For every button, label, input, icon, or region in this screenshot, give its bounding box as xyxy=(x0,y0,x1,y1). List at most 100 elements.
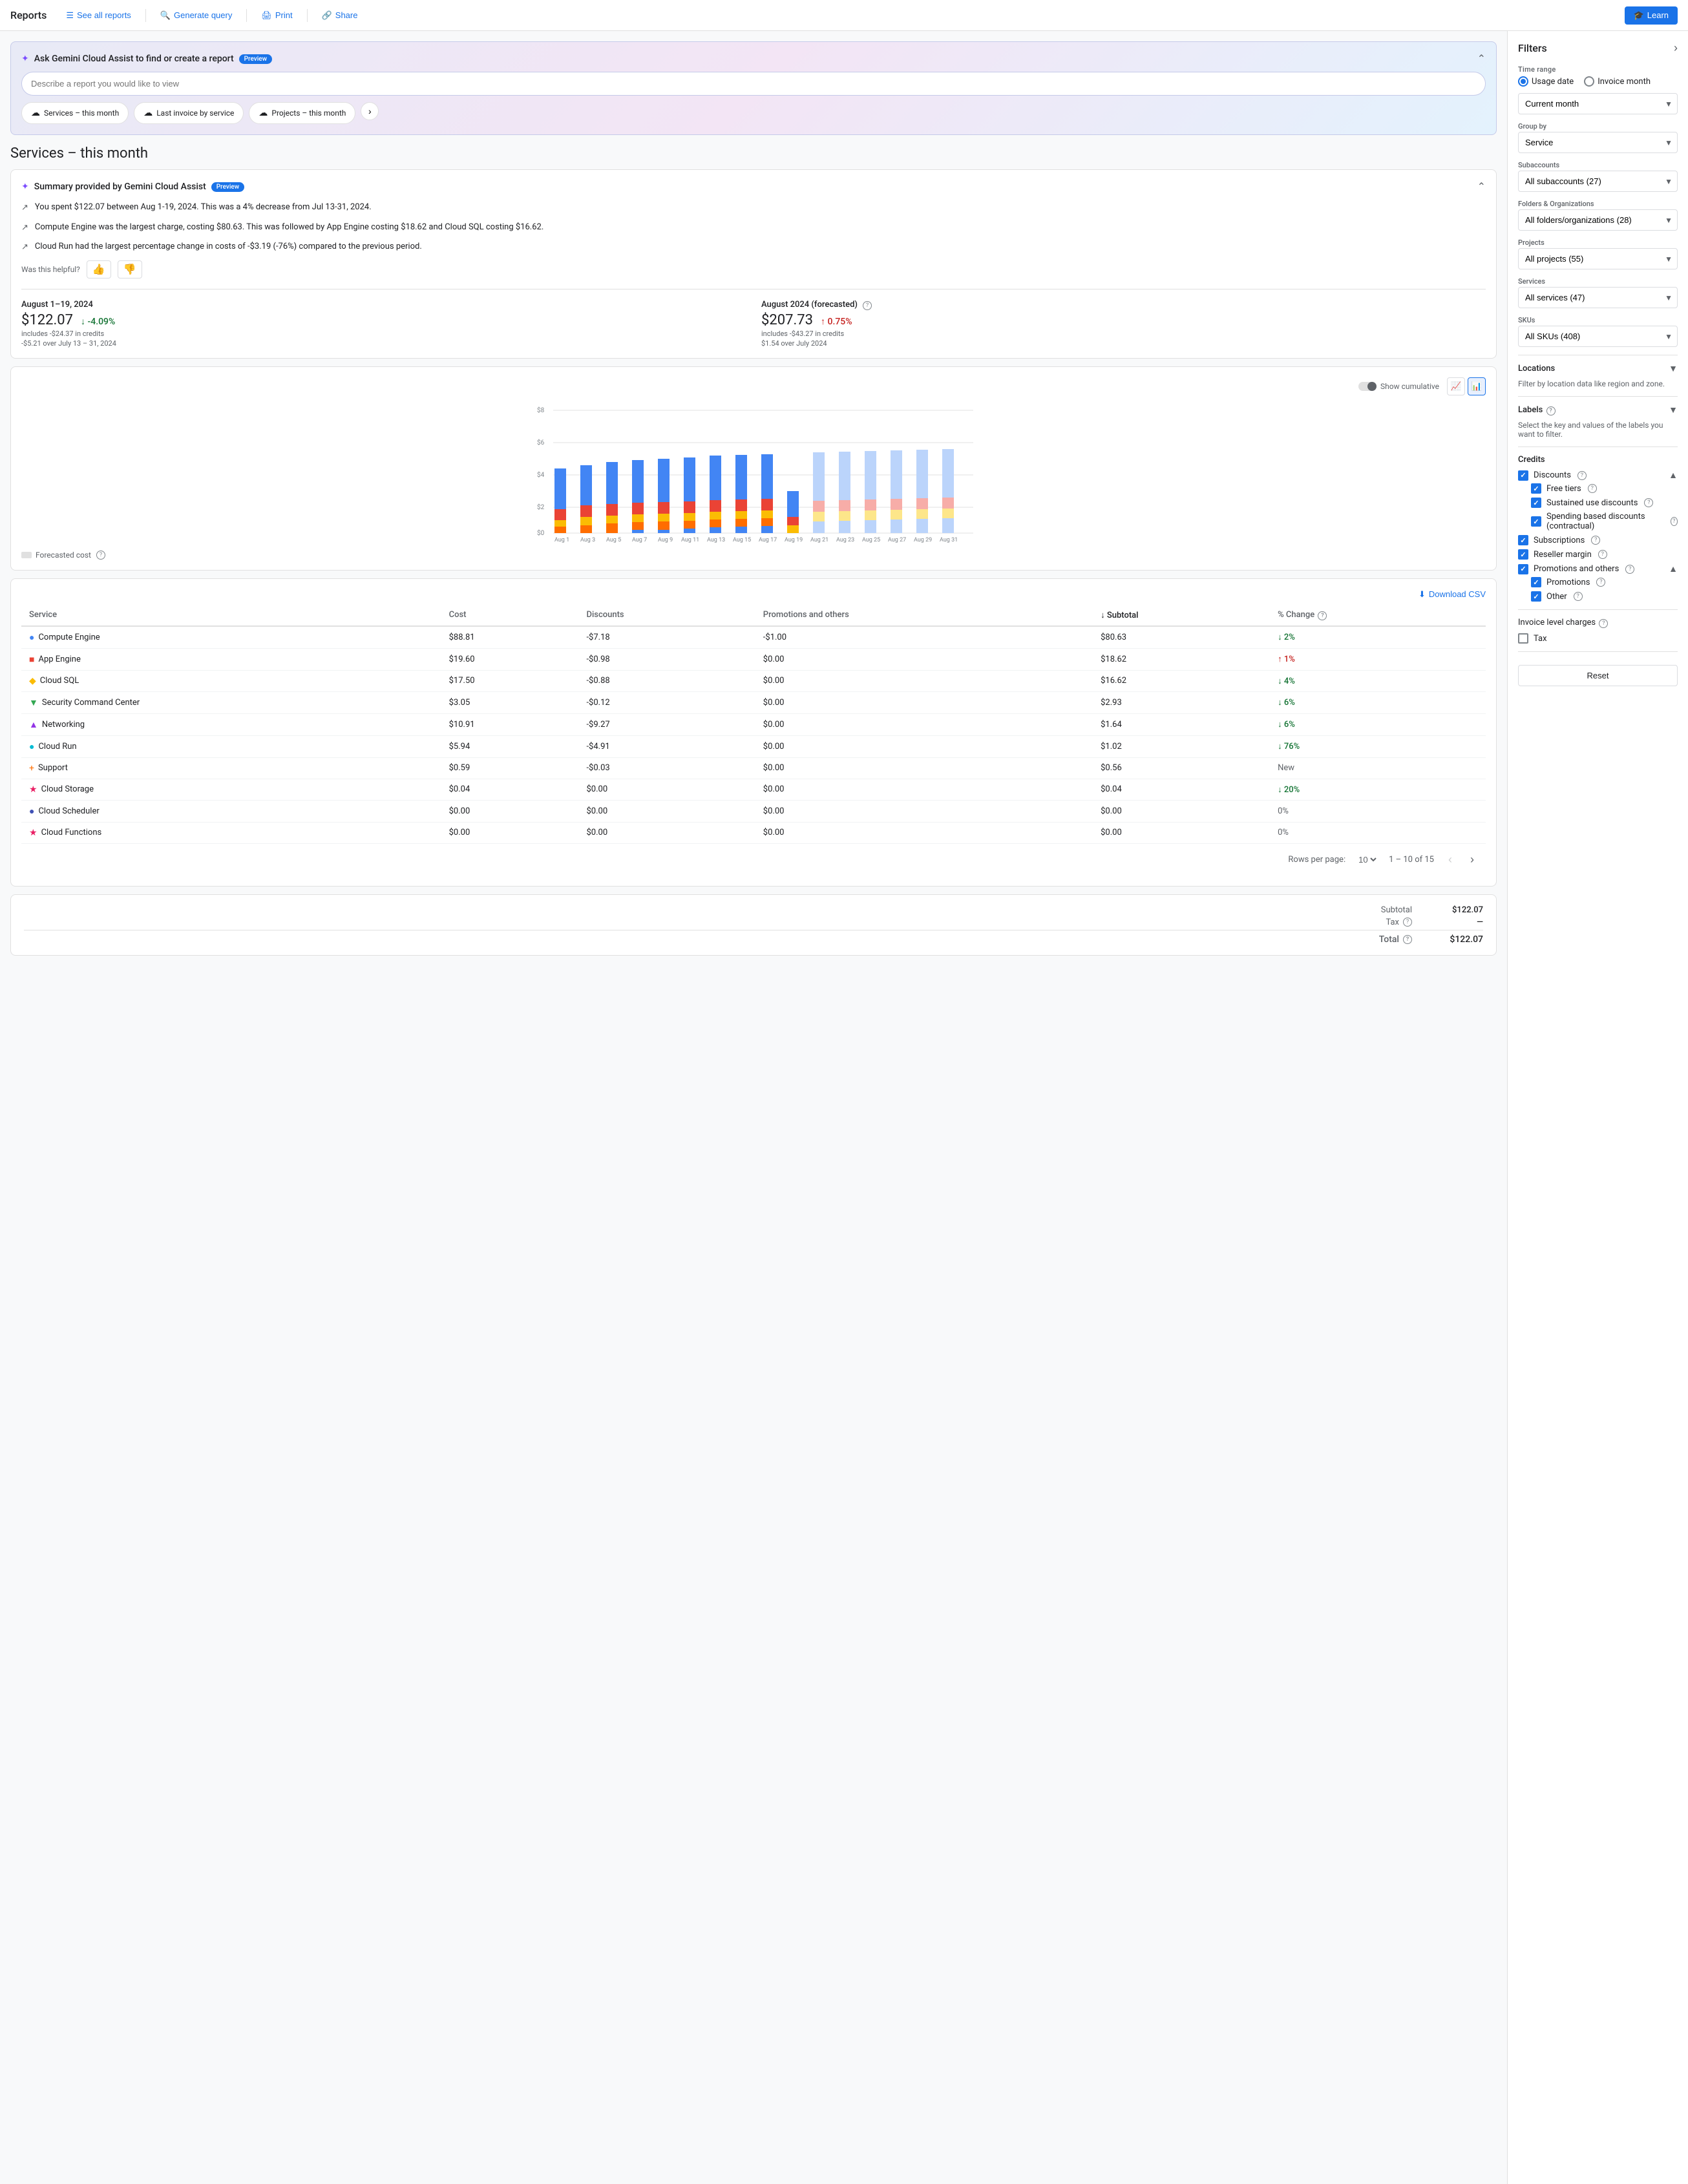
promotions-others-collapsible[interactable]: Promotions and others ? ▲ xyxy=(1518,563,1678,574)
help-icon-promotions[interactable]: ? xyxy=(1596,578,1605,587)
discounts-collapsible[interactable]: Discounts ? ▲ xyxy=(1518,470,1678,481)
folders-orgs-select[interactable]: All folders/organizations (28) xyxy=(1518,209,1678,231)
invoice-month-radio[interactable]: Invoice month xyxy=(1584,76,1651,87)
td-cost: $17.50 xyxy=(441,670,579,691)
svg-text:$4: $4 xyxy=(537,470,545,479)
td-promotions: $0.00 xyxy=(755,800,1093,822)
subaccounts-select[interactable]: All subaccounts (27) xyxy=(1518,171,1678,192)
reseller-margin-checkbox[interactable]: Reseller margin ? xyxy=(1518,549,1678,560)
metric-forecasted-change: ↑ 0.75% xyxy=(821,316,852,327)
services-select[interactable]: All services (47) xyxy=(1518,287,1678,308)
other-checkbox[interactable]: Other ? xyxy=(1531,591,1678,602)
thumbs-down-button[interactable]: 👎 xyxy=(118,260,142,278)
locations-section: Locations ▼ Filter by location data like… xyxy=(1518,363,1678,388)
help-icon-invoice-charges[interactable]: ? xyxy=(1599,619,1608,628)
th-subtotal[interactable]: ↓ Subtotal xyxy=(1093,605,1270,626)
promotions-checkbox[interactable]: Promotions ? xyxy=(1531,577,1678,587)
skus-label: SKUs xyxy=(1518,316,1678,324)
sustained-use-checkbox[interactable]: Sustained use discounts ? xyxy=(1531,498,1678,508)
learn-button[interactable]: 🎓 Learn xyxy=(1625,6,1678,25)
td-discounts: -$0.88 xyxy=(578,670,755,691)
td-subtotal: $80.63 xyxy=(1093,626,1270,649)
help-icon-promotions-others[interactable]: ? xyxy=(1625,565,1634,574)
help-icon-tax[interactable]: ? xyxy=(1403,918,1412,927)
thumbs-up-button[interactable]: 👍 xyxy=(87,260,111,278)
spending-based-checkbox[interactable]: Spending based discounts (contractual) ? xyxy=(1531,512,1678,531)
pagination-row: Rows per page: 10 25 50 1 – 10 of 15 ‹ › xyxy=(21,844,1486,876)
td-discounts: -$0.12 xyxy=(578,691,755,713)
help-icon-other[interactable]: ? xyxy=(1574,592,1583,601)
td-cost: $0.04 xyxy=(441,779,579,800)
summary-header: ✦ Summary provided by Gemini Cloud Assis… xyxy=(21,180,1486,193)
collapse-summary-button[interactable]: ⌃ xyxy=(1477,180,1486,193)
time-range-radio-group: Usage date Invoice month xyxy=(1518,76,1678,87)
td-discounts: -$4.91 xyxy=(578,735,755,757)
chip-last-invoice[interactable]: ☁ Last invoice by service xyxy=(134,102,244,124)
skus-select[interactable]: All SKUs (408) xyxy=(1518,326,1678,347)
prev-page-button[interactable]: ‹ xyxy=(1444,852,1456,868)
help-icon-pct[interactable]: ? xyxy=(1318,611,1327,620)
current-month-select[interactable]: Current month Last month Custom range xyxy=(1518,93,1678,114)
chip-services[interactable]: ☁ Services – this month xyxy=(21,102,129,124)
svg-text:Aug 9: Aug 9 xyxy=(658,537,673,543)
reset-button[interactable]: Reset xyxy=(1518,665,1678,686)
usage-date-radio[interactable]: Usage date xyxy=(1518,76,1574,87)
collapse-gemini-button[interactable]: ⌃ xyxy=(1477,52,1486,65)
chevron-down-icon-labels: ▼ xyxy=(1669,404,1678,415)
help-icon-forecasted-cost[interactable]: ? xyxy=(96,551,105,560)
chevron-up-icon-discounts: ▲ xyxy=(1669,470,1678,481)
chip-scroll-right[interactable]: › xyxy=(361,102,379,120)
time-range-label: Time range xyxy=(1518,65,1678,74)
bar-chart-button[interactable]: 📊 xyxy=(1468,377,1486,395)
subscriptions-checkbox[interactable]: Subscriptions ? xyxy=(1518,535,1678,545)
service-name: Compute Engine xyxy=(38,633,100,642)
labels-collapsible[interactable]: Labels ? ▼ xyxy=(1518,404,1678,415)
td-service: ★ Cloud Storage xyxy=(21,779,441,800)
chip-projects[interactable]: ☁ Projects – this month xyxy=(249,102,355,124)
gemini-search-input[interactable] xyxy=(21,72,1486,96)
services-table: Service Cost Discounts Promotions and ot… xyxy=(21,605,1486,844)
help-icon-forecasted[interactable]: ? xyxy=(863,301,872,310)
print-button[interactable]: 🖨 Print xyxy=(255,6,299,25)
see-all-reports-button[interactable]: ☰ See all reports xyxy=(59,6,137,25)
help-icon-sustained[interactable]: ? xyxy=(1644,498,1653,507)
promotions-others-checkbox[interactable]: Promotions and others ? xyxy=(1518,564,1634,574)
summary-item-3: ↗ Cloud Run had the largest percentage c… xyxy=(21,240,1486,254)
discounts-checkbox[interactable]: Discounts ? xyxy=(1518,470,1587,481)
service-name: Cloud Run xyxy=(38,742,76,751)
download-csv-button[interactable]: ⬇ Download CSV xyxy=(1419,589,1486,600)
share-button[interactable]: 🔗 Share xyxy=(315,6,364,25)
help-icon-reseller[interactable]: ? xyxy=(1598,550,1607,559)
projects-dropdown-wrap: All projects (55) ▼ xyxy=(1518,248,1678,269)
line-chart-button[interactable]: 📈 xyxy=(1447,377,1465,395)
generate-query-button[interactable]: 🔍 Generate query xyxy=(154,6,239,25)
next-page-button[interactable]: › xyxy=(1466,852,1478,868)
credits-header: Credits xyxy=(1518,455,1678,465)
td-pct-change: ↓ 6% xyxy=(1270,691,1486,713)
td-discounts: $0.00 xyxy=(578,822,755,843)
help-icon-discounts[interactable]: ? xyxy=(1577,471,1587,480)
svg-text:$6: $6 xyxy=(537,438,545,446)
rows-per-page-select[interactable]: 10 25 50 xyxy=(1356,854,1378,865)
th-discounts: Discounts xyxy=(578,605,755,626)
metric-forecasted-change-sub: $1.54 over July 2024 xyxy=(761,339,1486,348)
free-tiers-checkbox[interactable]: Free tiers ? xyxy=(1531,483,1678,494)
projects-select[interactable]: All projects (55) xyxy=(1518,248,1678,269)
help-icon-spending[interactable]: ? xyxy=(1671,517,1678,526)
help-icon-labels[interactable]: ? xyxy=(1546,406,1556,415)
td-service: ■ App Engine xyxy=(21,648,441,670)
help-icon-free-tiers[interactable]: ? xyxy=(1588,484,1597,493)
tax-checkbox[interactable]: Tax xyxy=(1518,633,1678,644)
locations-collapsible[interactable]: Locations ▼ xyxy=(1518,363,1678,374)
th-pct-change: % Change ? xyxy=(1270,605,1486,626)
other-cb xyxy=(1531,591,1541,602)
help-icon-total[interactable]: ? xyxy=(1403,935,1412,944)
gemini-input-wrap xyxy=(21,72,1486,96)
help-icon-subscriptions[interactable]: ? xyxy=(1591,536,1600,545)
chart-controls: Show cumulative 📈 📊 xyxy=(21,377,1486,395)
nav-divider-3 xyxy=(307,9,308,22)
group-by-select[interactable]: Service Project SKU xyxy=(1518,132,1678,153)
show-cumulative-toggle[interactable]: Show cumulative xyxy=(1358,382,1439,391)
collapse-filters-button[interactable]: › xyxy=(1674,41,1678,55)
promotions-cb xyxy=(1531,577,1541,587)
